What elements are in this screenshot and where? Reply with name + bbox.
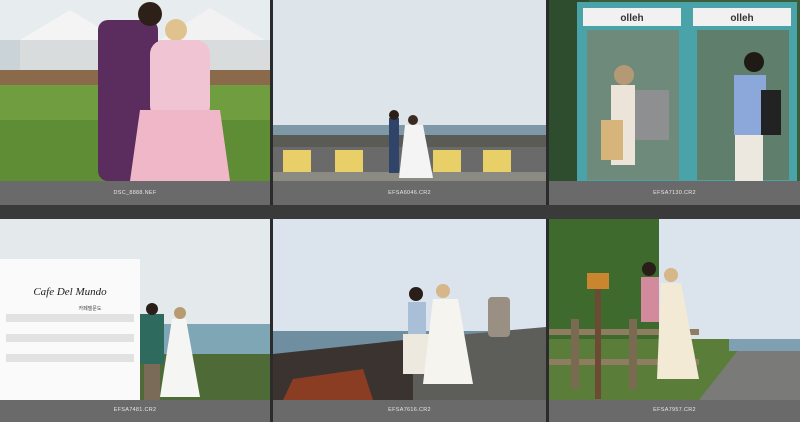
- photo-couple-phonebooth: olleh olleh: [549, 0, 800, 181]
- thumbnail-filename: DSC_8888.NEF: [113, 190, 157, 196]
- photo-couple-rocks: [273, 219, 546, 400]
- photo-couple-seawall: [273, 0, 546, 181]
- booth-sign-right: olleh: [730, 13, 753, 24]
- cafe-sign: Cafe Del Mundo: [33, 286, 107, 298]
- thumbnail-filename: EFSA7130.CR2: [653, 190, 696, 196]
- thumbnail-filename: EFSA7957.CR2: [653, 407, 696, 413]
- row-divider: [0, 205, 800, 219]
- thumbnail-1[interactable]: DSC_8888.NEF: [0, 0, 270, 205]
- thumbnail-filename: EFSA6046.CR2: [388, 190, 431, 196]
- cafe-sign-sub: 카페델문도: [78, 305, 101, 312]
- photo-couple-cafe-sign: Cafe Del Mundo 카페델문도: [0, 219, 270, 400]
- thumbnail-3[interactable]: olleh olleh EFSA7130.CR2: [549, 0, 800, 205]
- thumbnail-6[interactable]: EFSA7957.CR2: [549, 219, 800, 422]
- thumbnail-2[interactable]: EFSA6046.CR2: [273, 0, 546, 205]
- thumbnail-filename: EFSA7616.CR2: [388, 407, 431, 413]
- booth-sign-left: olleh: [620, 13, 643, 24]
- thumbnail-filename: EFSA7481.CR2: [113, 407, 157, 413]
- thumbnail-5[interactable]: EFSA7616.CR2: [273, 219, 546, 422]
- thumbnail-4[interactable]: Cafe Del Mundo 카페델문도 EFSA7481.CR2: [0, 219, 270, 422]
- thumbnail-grid: DSC_8888.NEF EFSA6046.CR2 olleh olleh EF…: [0, 0, 800, 422]
- photo-couple-tent: [0, 0, 270, 181]
- photo-couple-fence: [549, 219, 800, 400]
